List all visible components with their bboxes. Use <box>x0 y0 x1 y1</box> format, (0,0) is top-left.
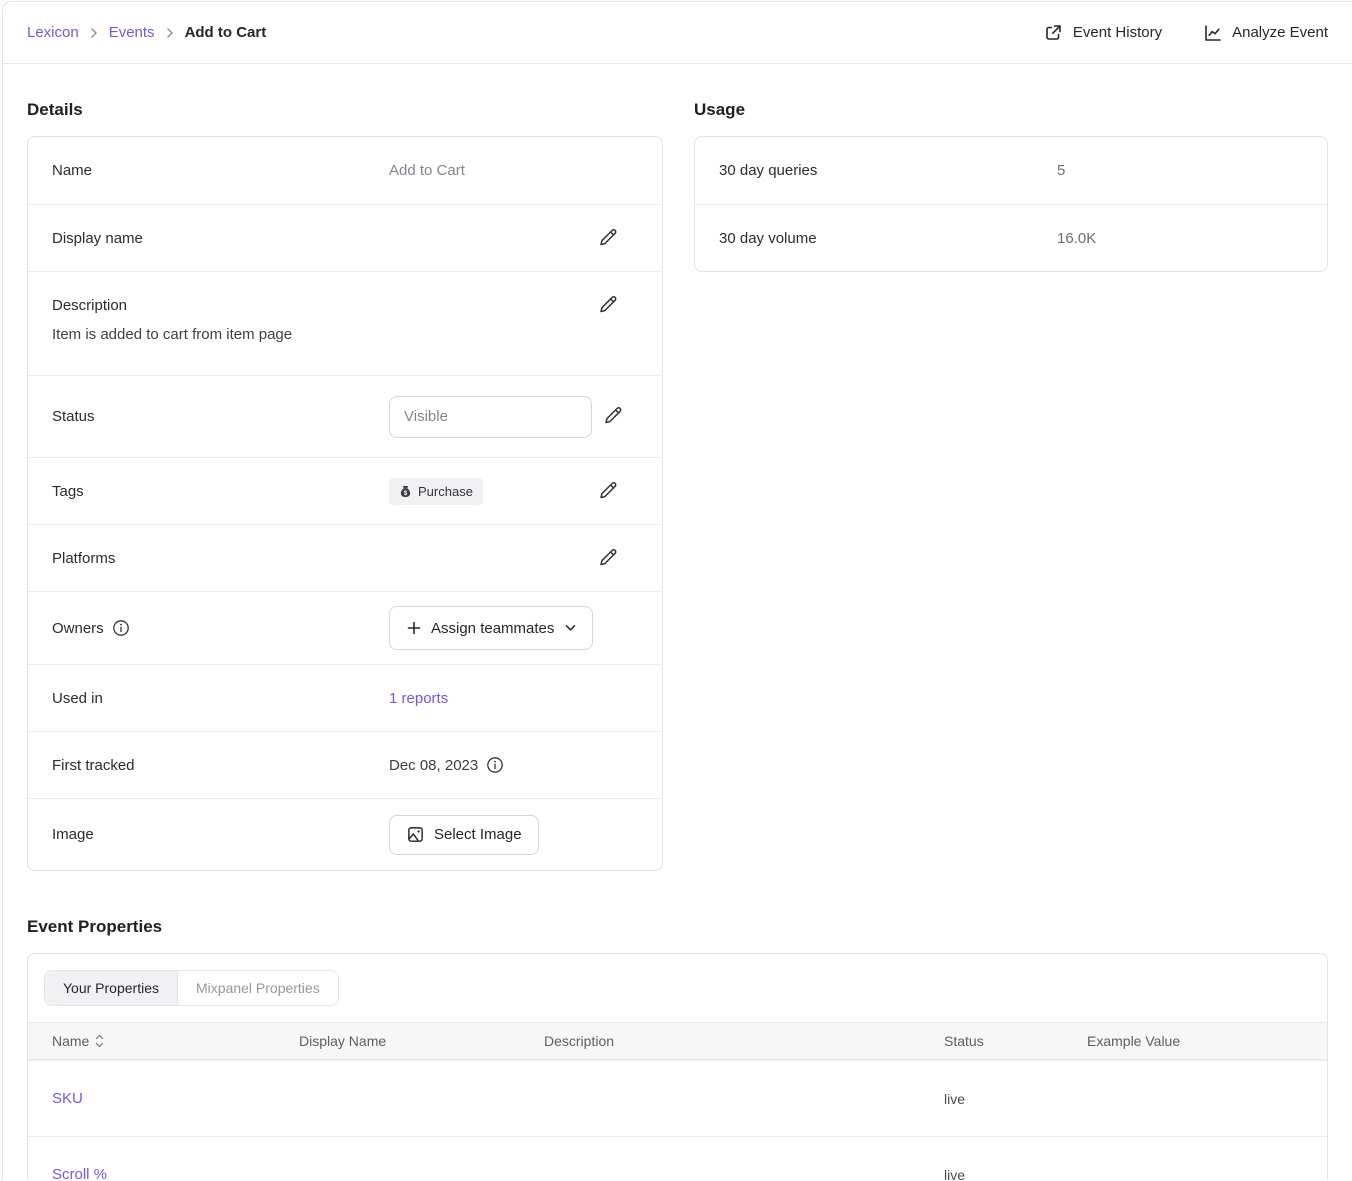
tags-label: Tags <box>52 483 389 500</box>
image-label: Image <box>52 826 389 843</box>
column-header-example-value: Example Value <box>1087 1033 1327 1049</box>
main-content: Details Name Add to Cart Display name <box>3 64 1352 1180</box>
tab-your-properties[interactable]: Your Properties <box>45 971 177 1005</box>
analyze-event-button[interactable]: Analyze Event <box>1202 23 1328 43</box>
display-name-label: Display name <box>52 230 389 247</box>
details-title: Details <box>27 100 663 120</box>
property-name-link[interactable]: SKU <box>52 1090 299 1107</box>
detail-row-name: Name Add to Cart <box>28 137 662 204</box>
breadcrumb-current-event: Add to Cart <box>185 24 267 41</box>
page-frame: Lexicon Events Add to Cart Event History <box>2 1 1352 1180</box>
chevron-right-icon <box>89 28 99 38</box>
edit-tags-button[interactable] <box>598 480 618 503</box>
detail-row-tags: Tags $ Purchase <box>28 457 662 524</box>
pencil-icon <box>598 227 618 250</box>
volume-value: 16.0K <box>1057 230 1096 247</box>
analyze-event-label: Analyze Event <box>1232 24 1328 41</box>
image-icon <box>406 825 425 844</box>
used-in-label: Used in <box>52 690 389 707</box>
info-icon[interactable] <box>486 756 504 774</box>
detail-row-first-tracked: First tracked Dec 08, 2023 <box>28 731 662 798</box>
usage-section: Usage 30 day queries 5 30 day volume 16.… <box>694 64 1328 272</box>
property-status: live <box>944 1091 1087 1107</box>
assign-teammates-button[interactable]: Assign teammates <box>389 606 593 650</box>
volume-label: 30 day volume <box>719 230 1057 247</box>
pencil-icon <box>598 547 618 570</box>
money-bag-icon: $ <box>399 485 412 498</box>
property-status: live <box>944 1167 1087 1181</box>
assign-teammates-label: Assign teammates <box>431 620 554 637</box>
detail-row-display-name: Display name <box>28 204 662 271</box>
table-row-sku[interactable]: SKU live <box>28 1060 1327 1136</box>
breadcrumb: Lexicon Events Add to Cart <box>27 24 266 41</box>
detail-row-owners: Owners Assign teammates <box>28 591 662 664</box>
info-icon[interactable] <box>112 619 130 637</box>
event-history-button[interactable]: Event History <box>1043 23 1162 43</box>
detail-row-status: Status <box>28 375 662 457</box>
first-tracked-value: Dec 08, 2023 <box>389 757 478 774</box>
edit-status-button[interactable] <box>603 405 623 428</box>
tag-chip-purchase[interactable]: $ Purchase <box>389 478 483 505</box>
tag-chip-label: Purchase <box>418 484 473 499</box>
event-properties-title: Event Properties <box>27 917 1328 937</box>
name-label: Name <box>52 162 389 179</box>
pencil-icon <box>598 294 618 317</box>
pencil-icon <box>598 480 618 503</box>
owners-label: Owners <box>52 620 104 637</box>
select-image-button[interactable]: Select Image <box>389 815 539 855</box>
description-value: Item is added to cart from item page <box>52 326 638 343</box>
column-header-status: Status <box>944 1033 1087 1049</box>
usage-row-volume: 30 day volume 16.0K <box>695 204 1327 271</box>
column-header-description: Description <box>544 1033 944 1049</box>
platforms-label: Platforms <box>52 550 389 567</box>
breadcrumb-events[interactable]: Events <box>109 24 155 41</box>
queries-label: 30 day queries <box>719 162 1057 179</box>
select-image-label: Select Image <box>434 826 522 843</box>
properties-tabs: Your Properties Mixpanel Properties <box>44 970 339 1006</box>
details-card: Name Add to Cart Display name <box>27 136 663 871</box>
first-tracked-label: First tracked <box>52 757 389 774</box>
pencil-icon <box>603 405 623 428</box>
properties-table-header: Name Display Name Description Status Exa… <box>28 1022 1327 1060</box>
usage-title: Usage <box>694 100 1328 120</box>
property-name-link[interactable]: Scroll % <box>52 1166 299 1180</box>
plus-icon <box>406 620 422 636</box>
tab-mixpanel-properties[interactable]: Mixpanel Properties <box>177 971 338 1005</box>
table-row-scroll-pct[interactable]: Scroll % live <box>28 1136 1327 1180</box>
detail-row-description: Description Item is added to cart from i… <box>28 271 662 375</box>
column-header-name[interactable]: Name <box>52 1033 299 1049</box>
usage-row-queries: 30 day queries 5 <box>695 137 1327 204</box>
edit-platforms-button[interactable] <box>598 547 618 570</box>
queries-value: 5 <box>1057 162 1065 179</box>
detail-row-used-in: Used in 1 reports <box>28 664 662 731</box>
event-properties-section: Event Properties Your Properties Mixpane… <box>27 917 1328 1180</box>
breadcrumb-lexicon[interactable]: Lexicon <box>27 24 79 41</box>
status-input[interactable] <box>389 396 592 438</box>
description-label: Description <box>52 297 389 314</box>
detail-row-image: Image Select Image <box>28 798 662 870</box>
detail-row-platforms: Platforms <box>28 524 662 591</box>
sort-icon[interactable] <box>95 1034 104 1048</box>
edit-display-name-button[interactable] <box>598 227 618 250</box>
chevron-right-icon <box>165 28 175 38</box>
usage-card: 30 day queries 5 30 day volume 16.0K <box>694 136 1328 272</box>
external-link-icon <box>1043 23 1063 43</box>
name-value: Add to Cart <box>389 162 465 179</box>
edit-description-button[interactable] <box>598 294 618 317</box>
event-properties-card: Your Properties Mixpanel Properties Name… <box>27 953 1328 1180</box>
top-bar: Lexicon Events Add to Cart Event History <box>3 2 1352 64</box>
details-section: Details Name Add to Cart Display name <box>27 64 663 871</box>
chevron-down-icon <box>565 624 576 632</box>
line-chart-icon <box>1202 23 1222 43</box>
header-actions: Event History Analyze Event <box>1043 23 1328 43</box>
column-header-display-name: Display Name <box>299 1033 544 1049</box>
status-label: Status <box>52 408 389 425</box>
event-history-label: Event History <box>1073 24 1162 41</box>
used-in-reports-link[interactable]: 1 reports <box>389 690 448 707</box>
